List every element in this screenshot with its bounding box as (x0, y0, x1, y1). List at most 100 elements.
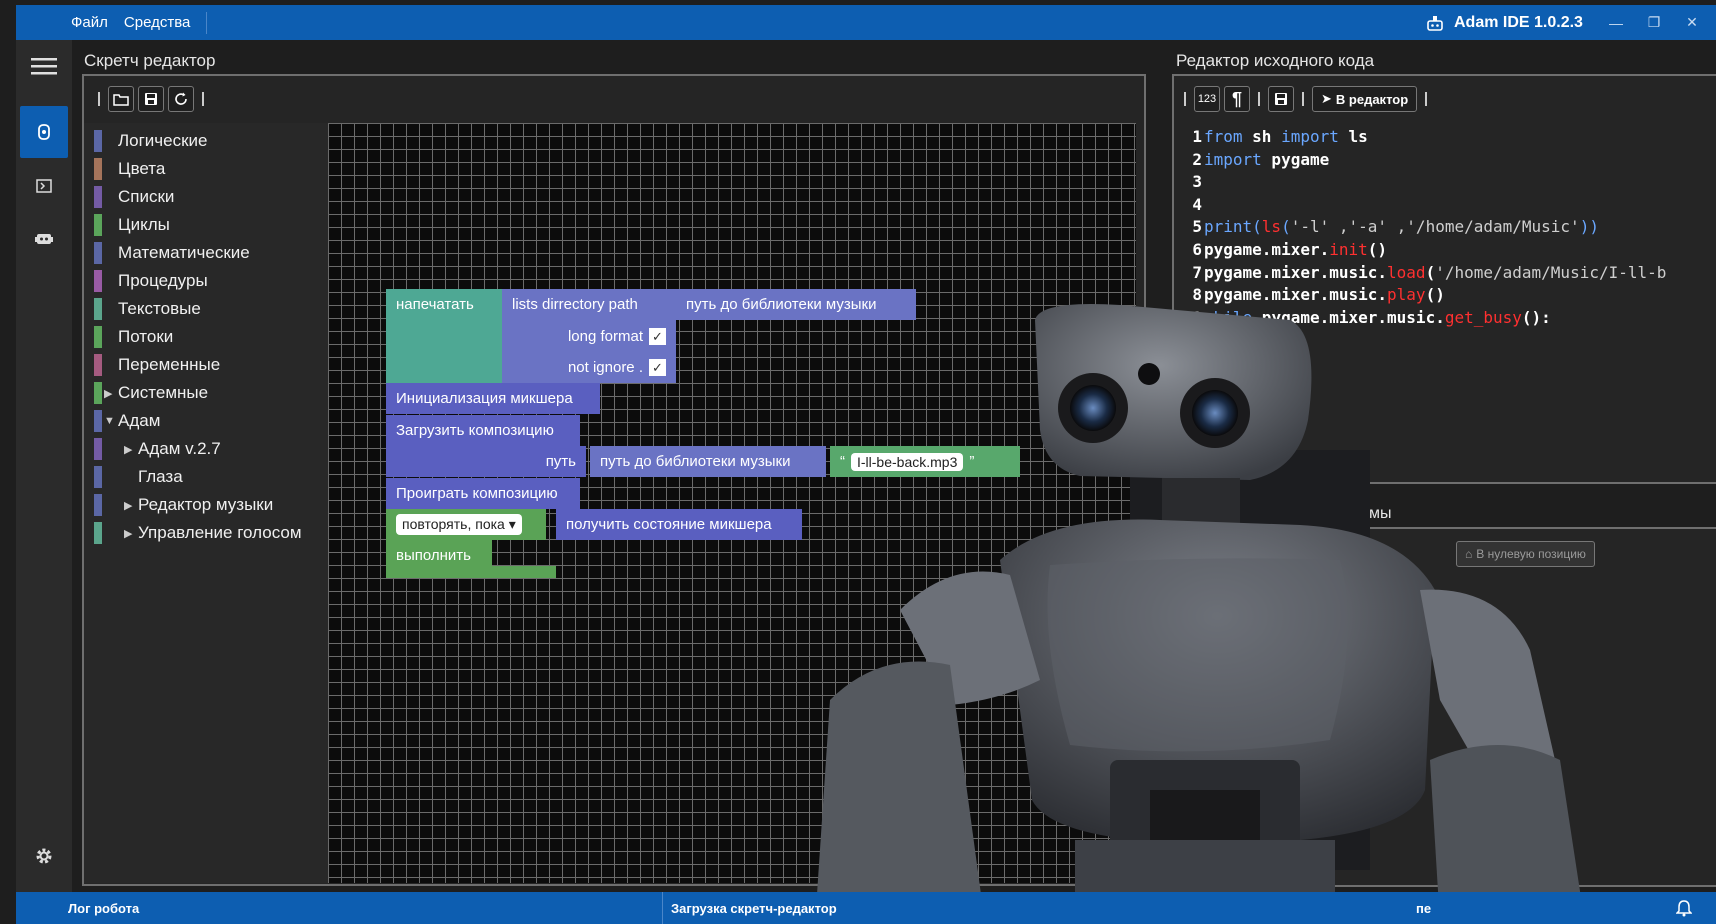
code-token: pygame.mixer.music. (1252, 307, 1445, 327)
category-color-bar (94, 158, 102, 180)
menu-tools[interactable]: Средства (124, 14, 190, 31)
robot-icon (35, 234, 53, 244)
category-math[interactable]: Математические (94, 241, 250, 265)
filename-text-block[interactable]: “ I-ll-be-back.mp3 ” (830, 446, 1020, 477)
code-token: play (1387, 285, 1426, 305)
code-line: 9 while pygame.mixer.music.get_busy(): (1178, 307, 1666, 330)
open-quote-icon: “ (840, 453, 845, 470)
category-adam[interactable]: ▼ Адам (94, 409, 160, 433)
folder-open-icon (113, 94, 129, 106)
to-zero-position-button[interactable]: ⌂ В нулевую позицию (1456, 541, 1595, 567)
category-color-bar (94, 186, 102, 208)
not-ignore-checkbox[interactable]: ✓ (649, 359, 666, 376)
robot-tab[interactable] (16, 212, 72, 264)
music-library-path-block-2[interactable]: путь до библиотеки музыки (590, 446, 826, 477)
pilcrow-button[interactable]: ¶ (1224, 86, 1250, 112)
get-mixer-state-block[interactable]: получить состояние микшера (556, 509, 802, 540)
repeat-mode-dropdown[interactable]: повторять, пока ▾ (396, 514, 522, 535)
init-mixer-block[interactable]: Инициализация микшера (386, 383, 600, 414)
expand-arrow-icon[interactable]: ▶ (124, 499, 138, 512)
expand-arrow-icon[interactable]: ▶ (104, 387, 118, 400)
category-color-bar (94, 354, 102, 376)
print-block[interactable]: напечатать (386, 289, 502, 383)
category-label: Потоки (118, 327, 174, 346)
toolbar-divider (1258, 92, 1260, 106)
filename-field[interactable]: I-ll-be-back.mp3 (851, 452, 964, 471)
category-colors[interactable]: Цвета (94, 157, 165, 181)
block-categories: Логические Цвета Списки Циклы Математиче… (84, 123, 328, 883)
music-library-path-block[interactable]: путь до библиотеки музыки (676, 289, 916, 320)
collapse-arrow-icon[interactable]: ▼ (104, 415, 118, 427)
category-threads[interactable]: Потоки (94, 325, 173, 349)
category-label: Логические (118, 131, 208, 150)
repeat-while-block[interactable]: повторять, пока ▾ (386, 509, 546, 540)
expand-arrow-icon[interactable]: ▶ (124, 527, 138, 540)
toolbar-divider (1302, 92, 1304, 106)
category-color-bar (94, 438, 102, 460)
to-editor-button[interactable]: ➤ В редактор (1312, 86, 1418, 112)
scratch-editor-tab[interactable] (20, 106, 68, 158)
app-title-text: Adam IDE 1.0.2.3 (1454, 13, 1583, 31)
code-line: 3 (1178, 171, 1666, 194)
open-button[interactable] (108, 86, 134, 112)
robot-log-status[interactable]: Лог робота (68, 892, 139, 924)
category-color-bar (94, 410, 102, 432)
code-token: ( (1281, 217, 1291, 237)
settings-icon (36, 848, 52, 864)
long-format-checkbox[interactable]: ✓ (649, 328, 666, 345)
save-button[interactable] (138, 86, 164, 112)
category-loops[interactable]: Циклы (94, 213, 170, 237)
hamburger-menu-button[interactable] (16, 40, 72, 92)
category-color-bar (94, 466, 102, 488)
line-number: 2 (1192, 149, 1202, 169)
category-voice-control[interactable]: ▶ Управление голосом (94, 521, 302, 545)
refresh-button[interactable] (168, 86, 194, 112)
category-color-bar (94, 326, 102, 348)
line-number: 8 (1192, 285, 1202, 305)
load-track-block[interactable]: Загрузить композицию (386, 415, 580, 446)
repeat-block-footer (386, 566, 556, 578)
category-text[interactable]: Текстовые (94, 297, 201, 321)
line-numbers-button[interactable]: 123 (1194, 86, 1220, 112)
category-color-bar (94, 214, 102, 236)
expand-arrow-icon[interactable]: ▶ (124, 443, 138, 456)
line-number: 1 (1192, 127, 1202, 146)
code-editor-tab[interactable] (16, 160, 72, 212)
line-number: 4 (1192, 194, 1202, 214)
category-color-bar (94, 270, 102, 292)
source-save-button[interactable] (1268, 86, 1294, 112)
settings-button[interactable] (16, 830, 72, 882)
toolbar-divider (98, 92, 100, 106)
execution-frame (1172, 527, 1716, 887)
category-procedures[interactable]: Процедуры (94, 269, 208, 293)
play-track-block[interactable]: Проиграть композицию (386, 478, 580, 509)
lists-directory-label: lists dirrectory path (512, 296, 638, 313)
category-label: Цвета (118, 159, 166, 178)
category-lists[interactable]: Списки (94, 185, 174, 209)
category-music-editor[interactable]: ▶ Редактор музыки (94, 493, 273, 517)
code-token: pygame.mixer.music. (1204, 285, 1388, 305)
robot-small-icon: ⌂ (1465, 547, 1473, 561)
minimize-button[interactable]: — (1596, 5, 1636, 40)
close-button[interactable]: ✕ (1672, 5, 1712, 40)
menu-file[interactable]: Файл (71, 14, 108, 31)
category-adam-v27[interactable]: ▶ Адам v.2.7 (94, 437, 221, 461)
code-line: 8 pygame.mixer.music.play() (1178, 284, 1666, 307)
code-line: 2 import pygame (1178, 149, 1666, 172)
category-label: Глаза (138, 467, 183, 486)
scratch-editor-title: Скретч редактор (84, 51, 216, 70)
not-ignore-label: not ignore . (567, 359, 643, 376)
category-eyes[interactable]: Глаза (94, 465, 183, 489)
notifications-button[interactable] (1676, 892, 1692, 924)
category-logic[interactable]: Логические (94, 129, 208, 153)
restore-button[interactable]: ❐ (1634, 5, 1674, 40)
category-variables[interactable]: Переменные (94, 353, 220, 377)
init-mixer-label: Инициализация микшера (396, 390, 573, 407)
toolbar-divider (202, 92, 204, 106)
source-code[interactable]: 1 from sh import ls 2 import pygame 3 4 5 print… (1178, 126, 1666, 329)
code-token: sh (1242, 127, 1282, 146)
print-block-label: напечатать (396, 296, 474, 313)
category-color-bar (94, 298, 102, 320)
status-bar: Лог робота Загрузка скретч-редактор пе (16, 892, 1716, 924)
category-system[interactable]: ▶ Системные (94, 381, 208, 405)
